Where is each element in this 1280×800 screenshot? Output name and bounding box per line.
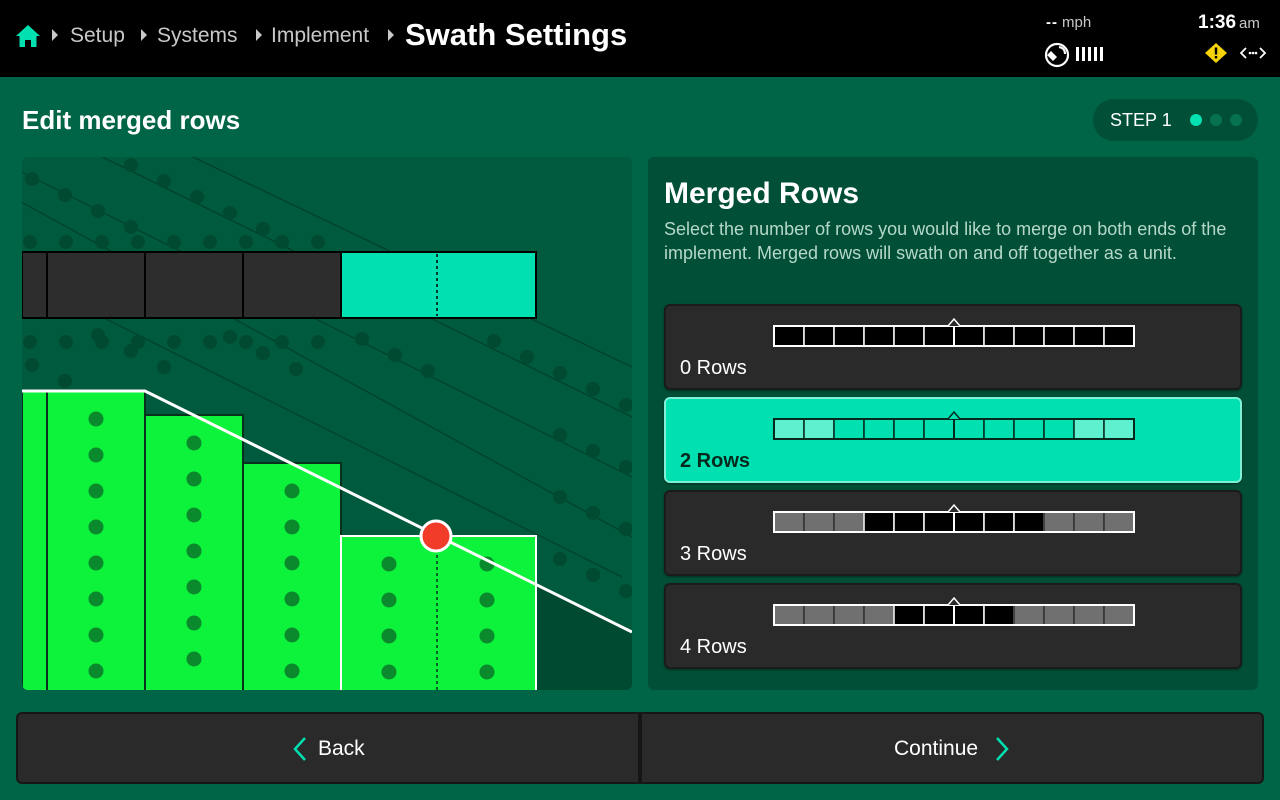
clock-ampm: am <box>1239 15 1260 32</box>
breadcrumb-separator <box>52 29 58 41</box>
back-button[interactable]: Back <box>16 712 640 784</box>
speed-unit: mph <box>1062 14 1092 31</box>
speed-readout: -- mph <box>1046 14 1091 32</box>
option-label: 2 Rows <box>680 450 751 472</box>
merged-rows-panel: Merged Rows Select the number of rows yo… <box>648 157 1258 690</box>
implement-bar <box>22 251 537 319</box>
continue-button-label: Continue <box>894 737 979 760</box>
continue-button[interactable]: Continue <box>640 712 1264 784</box>
option-label: 0 Rows <box>680 357 747 379</box>
home-icon[interactable] <box>14 22 42 50</box>
row-diagram-icon <box>773 503 1135 533</box>
swath-illustration <box>22 157 632 690</box>
speed-value: -- <box>1046 14 1058 31</box>
panel-title: Merged Rows <box>664 177 860 210</box>
chevron-right-icon <box>996 737 1009 761</box>
step-dot-3 <box>1230 114 1242 126</box>
step-dot-1 <box>1190 114 1202 126</box>
step-label: STEP 1 <box>1110 110 1172 130</box>
clock: 1:36 am <box>1198 12 1260 35</box>
breadcrumb-separator <box>388 29 394 41</box>
option-0-rows[interactable]: 0 Rows <box>664 304 1242 390</box>
top-bar: Setup Systems Implement Swath Settings -… <box>0 0 1280 77</box>
breadcrumb-systems[interactable]: Systems <box>157 23 238 49</box>
row-diagram-icon <box>773 317 1135 347</box>
breadcrumb-separator <box>256 29 262 41</box>
clock-time: 1:36 <box>1198 12 1237 33</box>
field-diagram <box>22 157 632 690</box>
section-title: Edit merged rows <box>22 105 241 135</box>
back-button-label: Back <box>318 737 365 760</box>
warning-icon[interactable] <box>1205 43 1227 63</box>
row-diagram-icon <box>773 410 1135 440</box>
gps-icon[interactable] <box>1044 42 1070 68</box>
breadcrumb-implement[interactable]: Implement <box>271 23 369 49</box>
position-marker <box>419 519 453 553</box>
covered-rows <box>22 390 537 690</box>
link-arrows-icon[interactable] <box>1240 45 1266 61</box>
page-title: Swath Settings <box>405 17 628 52</box>
option-2-rows[interactable]: 2 Rows <box>664 397 1242 483</box>
option-label: 3 Rows <box>680 543 747 565</box>
breadcrumb-separator <box>141 29 147 41</box>
panel-description: Select the number of rows you would like… <box>664 219 1227 263</box>
chevron-left-icon <box>293 737 306 761</box>
option-label: 4 Rows <box>680 636 747 658</box>
step-indicator: STEP 1 <box>1093 99 1258 141</box>
option-4-rows[interactable]: 4 Rows <box>664 583 1242 669</box>
signal-bars-icon <box>1076 47 1103 61</box>
breadcrumb-setup[interactable]: Setup <box>70 23 125 49</box>
row-diagram-icon <box>773 596 1135 626</box>
option-3-rows[interactable]: 3 Rows <box>664 490 1242 576</box>
step-dot-2 <box>1210 114 1222 126</box>
